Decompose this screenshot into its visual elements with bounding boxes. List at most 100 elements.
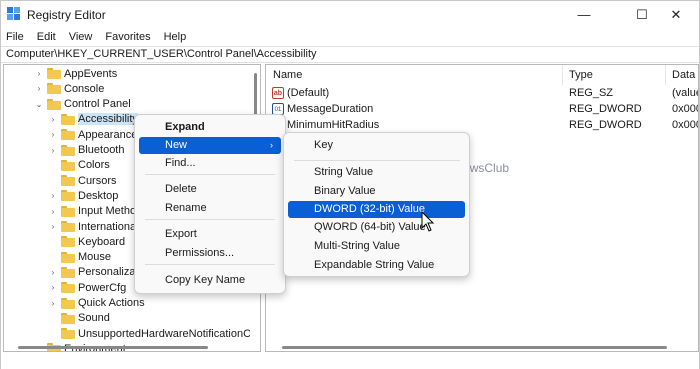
folder-icon: [61, 144, 75, 156]
menu-item-label: DWORD (32-bit) Value: [314, 203, 426, 215]
tree-item[interactable]: › PowerCfg: [48, 280, 127, 295]
expand-chevron-icon[interactable]: ›: [48, 204, 58, 219]
tree-item-label: Desktop: [78, 189, 119, 202]
value-name: MessageDuration: [287, 103, 374, 115]
menu-separator: [294, 160, 460, 161]
expand-chevron-icon[interactable]: ⌄: [34, 97, 44, 112]
submenu-item-string-value[interactable]: String Value: [288, 164, 465, 181]
menu-item-label: Copy Key Name: [165, 274, 246, 286]
tree-item-label: AppEvents: [64, 67, 118, 80]
tree-item[interactable]: › Input Metho: [48, 204, 136, 219]
tree-item[interactable]: › Accessibility: [48, 112, 138, 127]
submenu-item-key[interactable]: Key: [288, 137, 465, 154]
submenu-item-binary-value[interactable]: Binary Value: [288, 183, 465, 200]
expand-chevron-icon[interactable]: ›: [48, 296, 58, 311]
minimize-icon: —: [577, 7, 591, 22]
folder-icon: [47, 98, 61, 110]
expand-chevron-icon[interactable]: ›: [48, 280, 58, 295]
column-header-name[interactable]: Name: [273, 69, 302, 81]
menu-help[interactable]: Help: [164, 31, 187, 43]
context-menu-item-delete[interactable]: Delete: [139, 181, 281, 198]
tree-horizontal-scrollbar[interactable]: [4, 342, 250, 351]
expand-chevron-icon[interactable]: ›: [48, 127, 58, 142]
tree-item[interactable]: UnsupportedHardwareNotificationCa: [48, 326, 257, 341]
tree-item[interactable]: › Console: [34, 81, 105, 96]
menu-item-label: Key: [314, 139, 333, 151]
menu-item-label: Delete: [165, 183, 197, 195]
context-menu-item-find[interactable]: Find...: [139, 155, 281, 172]
column-divider[interactable]: [562, 65, 563, 85]
expand-chevron-icon[interactable]: ›: [48, 265, 58, 280]
tree-item[interactable]: Cursors: [48, 173, 117, 188]
values-horizontal-scrollbar[interactable]: [266, 342, 698, 351]
menu-item-label: Export: [165, 228, 197, 240]
expand-chevron-icon[interactable]: ›: [48, 112, 58, 127]
menu-file[interactable]: File: [6, 31, 24, 43]
tree-item[interactable]: Sound: [48, 311, 110, 326]
expand-chevron-icon[interactable]: ›: [34, 66, 44, 81]
expand-chevron-icon[interactable]: ›: [48, 219, 58, 234]
tree-item[interactable]: › Quick Actions: [48, 296, 145, 311]
tree-item[interactable]: › Appearance: [48, 127, 138, 142]
menu-favorites[interactable]: Favorites: [105, 31, 150, 43]
submenu-item-multi-string-value[interactable]: Multi-String Value: [288, 238, 465, 255]
folder-icon: [61, 159, 75, 171]
expand-chevron-icon[interactable]: ›: [48, 143, 58, 158]
context-menu-item-expand[interactable]: Expand: [139, 119, 281, 136]
menu-separator: [145, 264, 275, 265]
context-menu-item-rename[interactable]: Rename: [139, 200, 281, 217]
value-row[interactable]: ab (Default) REG_SZ (value: [266, 86, 699, 102]
submenu-item-dword-32-bit-value[interactable]: DWORD (32-bit) Value: [288, 201, 465, 218]
tree-item[interactable]: Keyboard: [48, 234, 125, 249]
tree-item[interactable]: › Bluetooth: [48, 143, 125, 158]
tree-item[interactable]: ⌄ Control Panel: [34, 97, 131, 112]
tree-item[interactable]: Mouse: [48, 250, 111, 265]
tree-item-label: Sound: [78, 312, 110, 325]
value-data: 0x0000: [672, 119, 698, 131]
folder-icon: [61, 266, 75, 278]
menu-separator: [145, 174, 275, 175]
context-menu-item-new[interactable]: New ›: [139, 137, 281, 154]
scroll-thumb[interactable]: [18, 346, 208, 349]
folder-icon: [61, 190, 75, 202]
expand-chevron-icon[interactable]: ›: [34, 81, 44, 96]
column-header-type[interactable]: Type: [569, 69, 593, 81]
submenu-item-qword-64-bit-value[interactable]: QWORD (64-bit) Value: [288, 219, 465, 236]
menu-item-label: New: [165, 139, 188, 151]
close-icon: ✕: [670, 6, 682, 22]
menu-view[interactable]: View: [69, 31, 93, 43]
value-row[interactable]: 01MessageDurationREG_DWORD0x0000: [266, 102, 698, 118]
status-bar: [1, 353, 699, 369]
tree-item[interactable]: › Personalizati: [48, 265, 141, 280]
expand-chevron-icon[interactable]: ›: [48, 188, 58, 203]
tree-item[interactable]: › AppEvents: [34, 66, 118, 81]
tree-item-label: Appearance: [78, 128, 138, 141]
tree-item[interactable]: › Internationa: [48, 219, 136, 234]
window-title: Registry Editor: [27, 8, 106, 22]
value-data: (value: [672, 87, 699, 99]
context-menu-item-copy-key-name[interactable]: Copy Key Name: [139, 272, 281, 289]
folder-icon: [61, 312, 75, 324]
scroll-thumb[interactable]: [282, 346, 667, 349]
menu-item-label: Binary Value: [314, 185, 376, 197]
submenu-item-expandable-string-value[interactable]: Expandable String Value: [288, 257, 465, 274]
tree-item-label: UnsupportedHardwareNotificationCa: [78, 327, 258, 340]
minimize-button[interactable]: —: [561, 1, 607, 28]
column-header-data[interactable]: Data: [672, 69, 695, 81]
column-divider[interactable]: [665, 65, 666, 85]
context-menu-item-permissions[interactable]: Permissions...: [139, 245, 281, 262]
chevron-placeholder: [48, 158, 58, 173]
chevron-placeholder: [48, 250, 58, 265]
string-value-icon: ab: [272, 87, 284, 99]
menu-item-label: QWORD (64-bit) Value: [314, 221, 426, 233]
address-bar[interactable]: Computer\HKEY_CURRENT_USER\Control Panel…: [1, 46, 699, 63]
context-menu-item-export[interactable]: Export: [139, 226, 281, 243]
close-button[interactable]: ✕: [653, 1, 699, 28]
value-type: REG_DWORD: [569, 103, 642, 115]
tree-item[interactable]: › Desktop: [48, 188, 119, 203]
maximize-icon: ☐: [636, 6, 648, 22]
menu-edit[interactable]: Edit: [37, 31, 56, 43]
tree-item[interactable]: Colors: [48, 158, 110, 173]
value-data: 0x0000: [672, 103, 698, 115]
tree-item-label: PowerCfg: [78, 281, 127, 294]
